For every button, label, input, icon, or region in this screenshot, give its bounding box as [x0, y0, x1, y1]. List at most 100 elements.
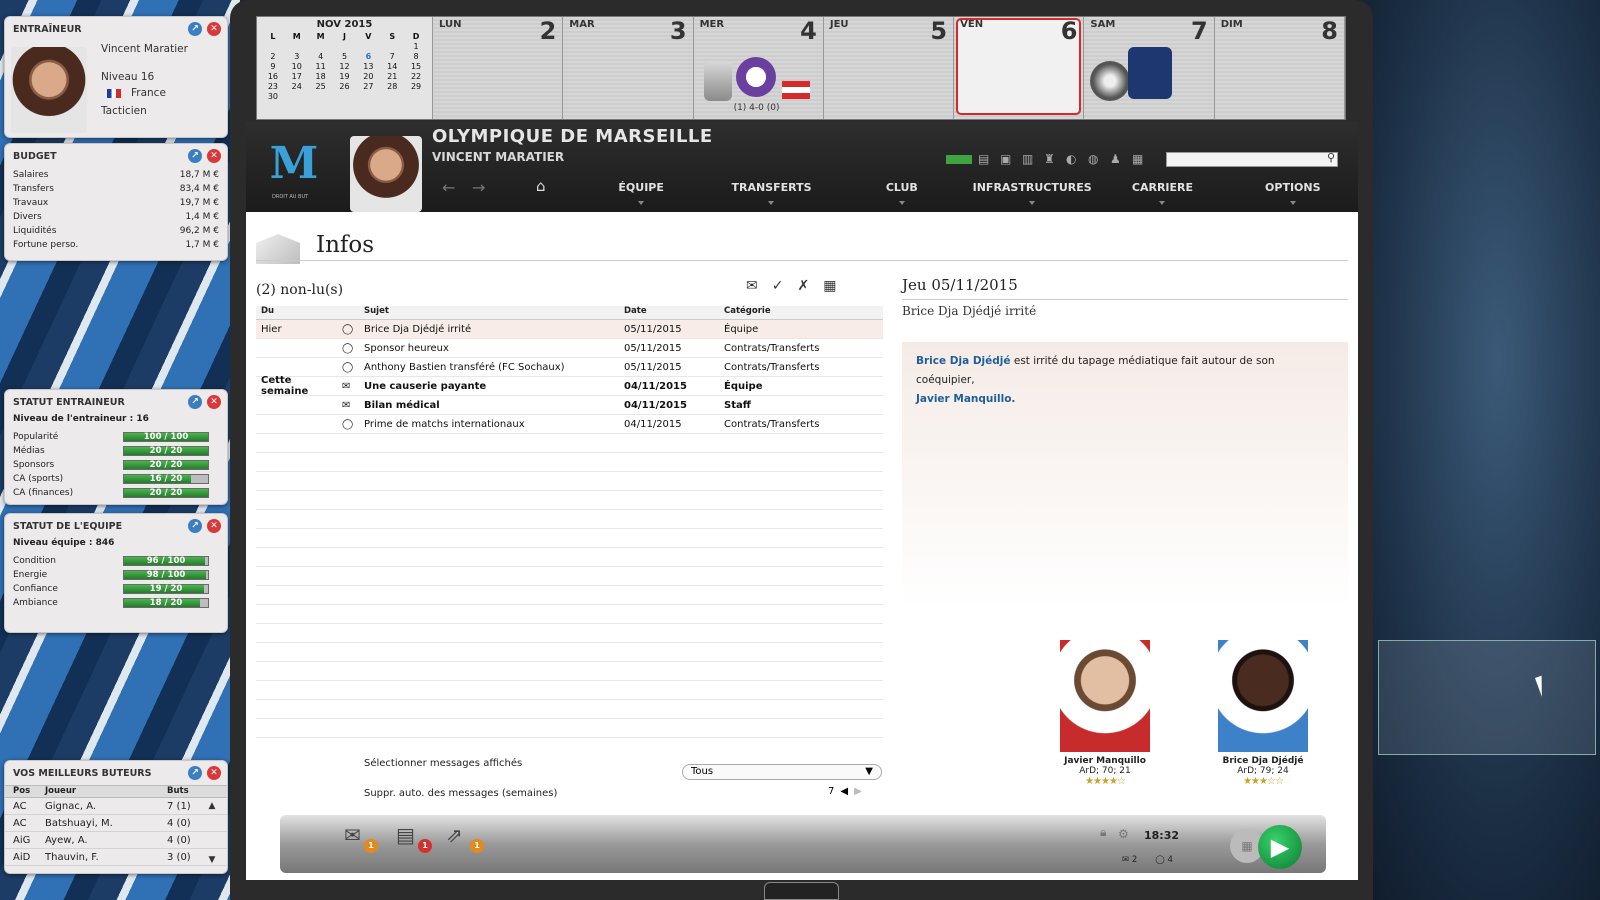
open-icon[interactable]: ↗	[188, 22, 202, 36]
calendar-day[interactable]: 20	[356, 72, 380, 81]
search-icon[interactable]: ⚲	[1327, 151, 1335, 164]
col-category[interactable]: Catégorie	[720, 306, 883, 319]
calendar-day[interactable]: 23	[261, 82, 285, 91]
open-icon[interactable]: ↗	[188, 519, 202, 533]
calendar-day-lun[interactable]: LUN 2	[433, 17, 564, 119]
menu-carriere[interactable]: CARRIERE	[1097, 174, 1227, 205]
calendar-day[interactable]: 22	[404, 72, 428, 81]
calendar-day[interactable]: 13	[356, 62, 380, 71]
calendar-day[interactable]: 9	[261, 62, 285, 71]
settings-icon[interactable]: ⚙	[1118, 827, 1129, 841]
table-row[interactable]: AC Gignac, A. 7 (1)	[5, 798, 227, 815]
col-date[interactable]: Date	[620, 306, 720, 319]
calendar-day[interactable]: 21	[380, 72, 404, 81]
calendar-day[interactable]: 29	[404, 82, 428, 91]
calendar-day[interactable]: 25	[309, 82, 333, 91]
search-input[interactable]: ⚲	[1166, 151, 1338, 167]
calendar-day[interactable]: 1	[404, 42, 428, 51]
scrollbar[interactable]: ▲ ▼	[205, 801, 219, 865]
menu-infrastructures[interactable]: INFRASTRUCTURES	[967, 174, 1097, 205]
message-row[interactable]: ◯ Sponsor heureux 05/11/2015 Contrats/Trans…	[256, 339, 883, 358]
calendar-day[interactable]: 10	[285, 62, 309, 71]
message-row[interactable]: ◯ Prime de matchs internationaux 04/11/201…	[256, 415, 883, 434]
calendar-day-jeu[interactable]: JEU 5	[823, 17, 955, 119]
open-icon[interactable]: ↗	[188, 149, 202, 163]
calendar-day[interactable]: 11	[309, 62, 333, 71]
calendar-day[interactable]: 16	[261, 72, 285, 81]
col-from[interactable]: Du	[256, 306, 342, 319]
table-row[interactable]: AC Batshuayi, M. 4 (0)	[5, 815, 227, 832]
forward-mail-icon[interactable]: ✉	[746, 278, 758, 294]
player-icon[interactable]: ♟	[1110, 152, 1126, 166]
calendar-day[interactable]: 7	[380, 52, 404, 61]
window-icon[interactable]: ▣	[1000, 152, 1016, 166]
forward-arrow-icon[interactable]: →	[472, 178, 485, 197]
open-icon[interactable]: ↗	[188, 395, 202, 409]
autodelete-stepper[interactable]: 7 ◀ ▶	[828, 786, 862, 797]
close-icon[interactable]: ✕	[207, 22, 221, 36]
calendar-day-dim[interactable]: DIM 8	[1214, 17, 1345, 119]
calendar-day[interactable]: 28	[380, 82, 404, 91]
filter-select[interactable]: Tous ▼	[682, 764, 882, 780]
back-arrow-icon[interactable]: ←	[442, 178, 455, 197]
message-row[interactable]: ✉ Bilan médical 04/11/2015 Staff	[256, 396, 883, 415]
table-row[interactable]: AiG Ayew, A. 4 (0)	[5, 832, 227, 849]
calendar-day[interactable]: 2	[261, 52, 285, 61]
menu-options[interactable]: OPTIONS	[1228, 174, 1358, 205]
globe-icon[interactable]: ◍	[1088, 152, 1104, 166]
scroll-up-icon[interactable]: ▲	[205, 801, 219, 811]
trophy-icon[interactable]: ♜	[1044, 152, 1060, 166]
col-subject[interactable]: Sujet	[362, 306, 620, 319]
calendar-day-sam[interactable]: SAM 7	[1084, 17, 1215, 119]
home-icon[interactable]: ⌂	[536, 177, 546, 195]
menu-equipe[interactable]: ÉQUIPE	[576, 174, 706, 205]
close-icon[interactable]: ✕	[207, 519, 221, 533]
player-link[interactable]: Javier Manquillo.	[916, 393, 1015, 405]
message-row[interactable]: Hier ◯ Brice Dja Djédjé irrité 05/11/2015 Éq…	[256, 320, 883, 339]
menu-transferts[interactable]: TRANSFERTS	[706, 174, 836, 205]
mark-read-icon[interactable]: ✓	[772, 278, 784, 294]
refresh-icon[interactable]: ◐	[1066, 152, 1082, 166]
document-icon[interactable]: ▦	[1132, 152, 1148, 166]
stats-icon[interactable]: ▥	[1022, 152, 1038, 166]
calendar-day[interactable]: 17	[285, 72, 309, 81]
calendar-day[interactable]: 27	[356, 82, 380, 91]
calendar-day[interactable]: 26	[333, 82, 357, 91]
battery-icon[interactable]	[946, 155, 972, 164]
calendar-day-mer[interactable]: MER 4 (1) 4-0 (0)	[693, 17, 824, 119]
message-row[interactable]: Cette semaine ✉ Une causerie payante 04/11/…	[256, 375, 883, 397]
calendar-day-mar[interactable]: MAR 3	[563, 17, 694, 119]
message-row[interactable]: ◯ Anthony Bastien transféré (FC Sochaux) 0…	[256, 358, 883, 377]
calendar-grid[interactable]: L M M J V S D 1 2 3 4 5 6 7 8 9 10 11 12 13 14 15 16 17 18 19 20 21…	[261, 32, 428, 101]
calendar-day[interactable]: 3	[285, 52, 309, 61]
calendar-day[interactable]: 15	[404, 62, 428, 71]
menu-club[interactable]: CLUB	[837, 174, 967, 205]
calendar-day[interactable]: 4	[309, 52, 333, 61]
scroll-down-icon[interactable]: ▼	[205, 855, 219, 865]
player-card[interactable]: Javier Manquillo ArD; 70; 21 ★★★★☆	[1040, 640, 1170, 787]
calendar-day[interactable]: 14	[380, 62, 404, 71]
close-icon[interactable]: ✕	[207, 395, 221, 409]
player-link[interactable]: Brice Dja Djédjé	[916, 355, 1011, 367]
player-card[interactable]: Brice Dja Djédjé ArD; 79; 24 ★★★☆☆	[1198, 640, 1328, 787]
calendar-day[interactable]: 19	[333, 72, 357, 81]
close-icon[interactable]: ✕	[207, 149, 221, 163]
calendar-day[interactable]: 8	[404, 52, 428, 61]
continue-button[interactable]: ▶	[1258, 825, 1302, 869]
open-icon[interactable]: ↗	[188, 766, 202, 780]
chevron-right-icon[interactable]: ▶	[854, 786, 862, 797]
calendar-day[interactable]: 18	[309, 72, 333, 81]
calendar-day[interactable]: 30	[261, 92, 285, 101]
calendar-day[interactable]: 24	[285, 82, 309, 91]
news-icon[interactable]: ▤	[978, 152, 994, 166]
calendar-day-ven[interactable]: VEN 6	[954, 17, 1085, 119]
chevron-left-icon[interactable]: ◀	[840, 786, 848, 797]
mini-calendar[interactable]: NOV 2015 L M M J V S D 1 2 3 4 5 6 7 8 9 10 11 12 13 14 15 16 1…	[257, 17, 433, 119]
table-row[interactable]: AiD Thauvin, F. 3 (0)	[5, 849, 227, 866]
delete-mail-icon[interactable]: ✗	[797, 278, 809, 294]
calendar-day[interactable]: 6	[356, 52, 380, 61]
calendar-day[interactable]: 12	[333, 62, 357, 71]
close-icon[interactable]: ✕	[207, 766, 221, 780]
calendar-day[interactable]: 5	[333, 52, 357, 61]
archive-mail-icon[interactable]: ▦	[823, 278, 836, 294]
